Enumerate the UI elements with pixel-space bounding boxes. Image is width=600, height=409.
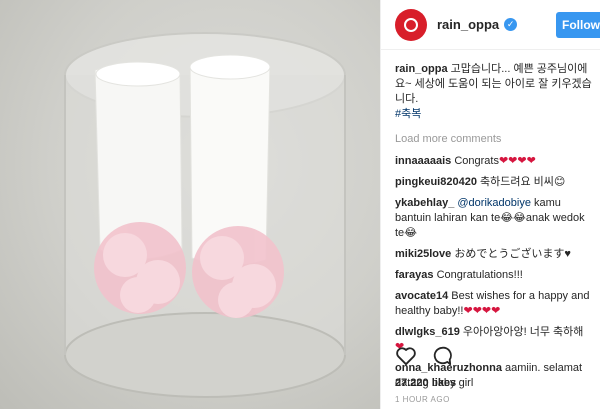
comment-button[interactable]: [431, 346, 453, 366]
comment-username[interactable]: dlwlgks_619: [395, 326, 460, 338]
comment-item: pingkeui820420 축하드려요 비씨😊: [395, 175, 592, 190]
action-bar: [395, 346, 453, 366]
heart-outline-icon: [396, 347, 416, 366]
comment-item: ykabehlay_ @dorikadobiye kamu bantuin la…: [395, 196, 592, 241]
comment-username[interactable]: pingkeui820420: [395, 176, 477, 188]
comment-username[interactable]: innaaaaais: [395, 155, 451, 167]
comment-item: miki25love おめでとうございます♥: [395, 247, 592, 262]
comment-username[interactable]: ykabehlay_: [395, 197, 454, 209]
caption: rain_oppa 고맙습니다... 예쁜 공주님이에요~ 세상에 도움이 되는…: [395, 62, 592, 122]
heart-emoji-icon: ♥: [564, 248, 571, 260]
follow-button[interactable]: Follow: [556, 12, 600, 38]
post-header: rain_oppa ✓ Follow: [381, 0, 600, 50]
comment-item: innaaaaais Congrats❤❤❤❤: [395, 154, 592, 169]
likes-count[interactable]: 27.220 likes: [395, 377, 456, 389]
comment-text: 축하드려요 비씨: [476, 176, 554, 188]
hashtag-link[interactable]: #축복: [395, 108, 421, 120]
comment-item: farayas Congratulations!!!: [395, 268, 592, 283]
username-link[interactable]: rain_oppa: [437, 17, 499, 32]
comment-text: Congratulations!!!: [433, 269, 523, 281]
hearts-emoji-icon: ❤❤❤❤: [463, 305, 501, 317]
comments-list: rain_oppa 고맙습니다... 예쁜 공주님이에요~ 세상에 도움이 되는…: [381, 50, 600, 391]
comment-username[interactable]: farayas: [395, 269, 434, 281]
smile-emoji-icon: 😊: [553, 176, 566, 188]
post-timestamp[interactable]: 1 HOUR AGO: [395, 395, 450, 404]
comment-text: おめでとうございます: [451, 248, 565, 260]
mention-link[interactable]: @dorikadobiye: [457, 197, 531, 209]
comment-username[interactable]: miki25love: [395, 248, 451, 260]
comment-text: Congrats: [451, 155, 499, 167]
post-sidebar: rain_oppa ✓ Follow rain_oppa 고맙습니다... 예쁜…: [380, 0, 600, 409]
comment-bubble-icon: [433, 346, 452, 366]
baby-socks-image: [64, 32, 346, 398]
load-more-comments-link[interactable]: Load more comments: [395, 132, 592, 147]
comment-username[interactable]: avocate14: [395, 290, 448, 302]
post-photo[interactable]: [0, 0, 380, 409]
hearts-emoji-icon: ❤❤❤❤: [498, 155, 536, 167]
verified-badge-icon: ✓: [504, 18, 518, 31]
caption-username[interactable]: rain_oppa: [395, 63, 448, 75]
comment-text: 우아아앙아앙! 너무 축하해: [459, 326, 584, 338]
avatar[interactable]: [395, 8, 427, 41]
comment-item: avocate14 Best wishes for a happy and he…: [395, 289, 592, 319]
like-button[interactable]: [395, 346, 417, 366]
